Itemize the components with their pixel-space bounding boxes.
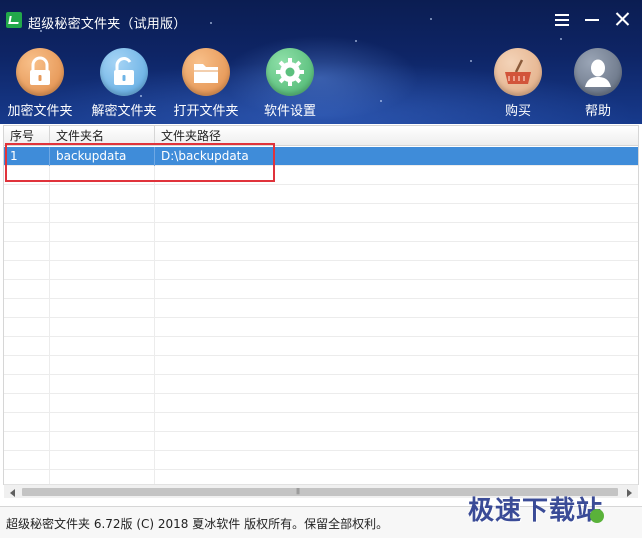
lock-icon	[16, 48, 64, 96]
buy-button[interactable]: 购买	[482, 48, 554, 120]
empty-row	[4, 375, 638, 394]
column-header-folder-path[interactable]: 文件夹路径	[155, 126, 638, 146]
settings-button[interactable]: 软件设置	[254, 48, 326, 120]
close-icon[interactable]	[614, 10, 630, 28]
minimize-icon[interactable]	[584, 10, 600, 28]
empty-row	[4, 356, 638, 375]
star-decoration	[560, 38, 562, 40]
empty-row	[4, 413, 638, 432]
star-decoration	[470, 60, 472, 62]
star-decoration	[380, 100, 382, 102]
table-header: 序号 文件夹名 文件夹路径	[4, 126, 638, 146]
menu-icon[interactable]	[554, 10, 570, 28]
window-controls	[554, 10, 630, 28]
empty-row	[4, 394, 638, 413]
empty-row	[4, 204, 638, 223]
empty-row	[4, 242, 638, 261]
empty-row	[4, 432, 638, 451]
folder-icon	[182, 48, 230, 96]
star-decoration	[355, 40, 357, 42]
empty-row	[4, 451, 638, 470]
star-decoration	[210, 22, 212, 24]
table-row[interactable]: 1 backupdata D:\backupdata	[4, 147, 638, 166]
app-logo-icon	[6, 12, 22, 28]
site-watermark: 极速下载站	[468, 496, 604, 526]
scroll-right-arrow-icon[interactable]	[624, 487, 634, 497]
buy-label: 购买	[504, 104, 531, 119]
settings-label: 软件设置	[263, 104, 316, 119]
empty-row	[4, 470, 638, 484]
decrypt-folder-label: 解密文件夹	[91, 104, 157, 119]
user-icon	[574, 48, 622, 96]
encrypt-folder-label: 加密文件夹	[7, 104, 73, 119]
column-header-index[interactable]: 序号	[4, 126, 50, 146]
empty-row	[4, 280, 638, 299]
empty-row	[4, 337, 638, 356]
decrypt-folder-button[interactable]: 解密文件夹	[88, 48, 160, 120]
copyright-text: 超级秘密文件夹 6.72版 (C) 2018 夏冰软件 版权所有。保留全部权利。	[6, 517, 389, 531]
app-header: 超级秘密文件夹（试用版） 加密文件夹 解密文件夹 打开文件夹 软件设置 购买 帮…	[0, 0, 642, 124]
cell-folder-name: backupdata	[50, 147, 155, 166]
basket-icon	[494, 48, 542, 96]
unlock-icon	[100, 48, 148, 96]
empty-row	[4, 223, 638, 242]
open-folder-button[interactable]: 打开文件夹	[170, 48, 242, 120]
watermark-logo-icon	[590, 509, 604, 523]
open-folder-label: 打开文件夹	[173, 104, 239, 119]
table-body: 1 backupdata D:\backupdata	[4, 147, 638, 484]
window-title: 超级秘密文件夹（试用版）	[28, 17, 187, 32]
scroll-left-arrow-icon[interactable]	[8, 487, 18, 497]
encrypt-folder-button[interactable]: 加密文件夹	[4, 48, 76, 120]
help-label: 帮助	[584, 104, 611, 119]
help-button[interactable]: 帮助	[562, 48, 634, 120]
star-decoration	[430, 18, 432, 20]
empty-row	[4, 261, 638, 280]
column-header-folder-name[interactable]: 文件夹名	[50, 126, 155, 146]
gear-icon	[266, 48, 314, 96]
cell-folder-path: D:\backupdata	[161, 149, 249, 163]
empty-row	[4, 318, 638, 337]
empty-row	[4, 185, 638, 204]
cell-index: 1	[4, 147, 50, 166]
folder-table[interactable]: 序号 文件夹名 文件夹路径 1 backupdata D:\backupdata	[3, 125, 639, 485]
empty-row	[4, 166, 638, 185]
empty-row	[4, 299, 638, 318]
scrollbar-grip-icon: |||	[296, 488, 300, 495]
